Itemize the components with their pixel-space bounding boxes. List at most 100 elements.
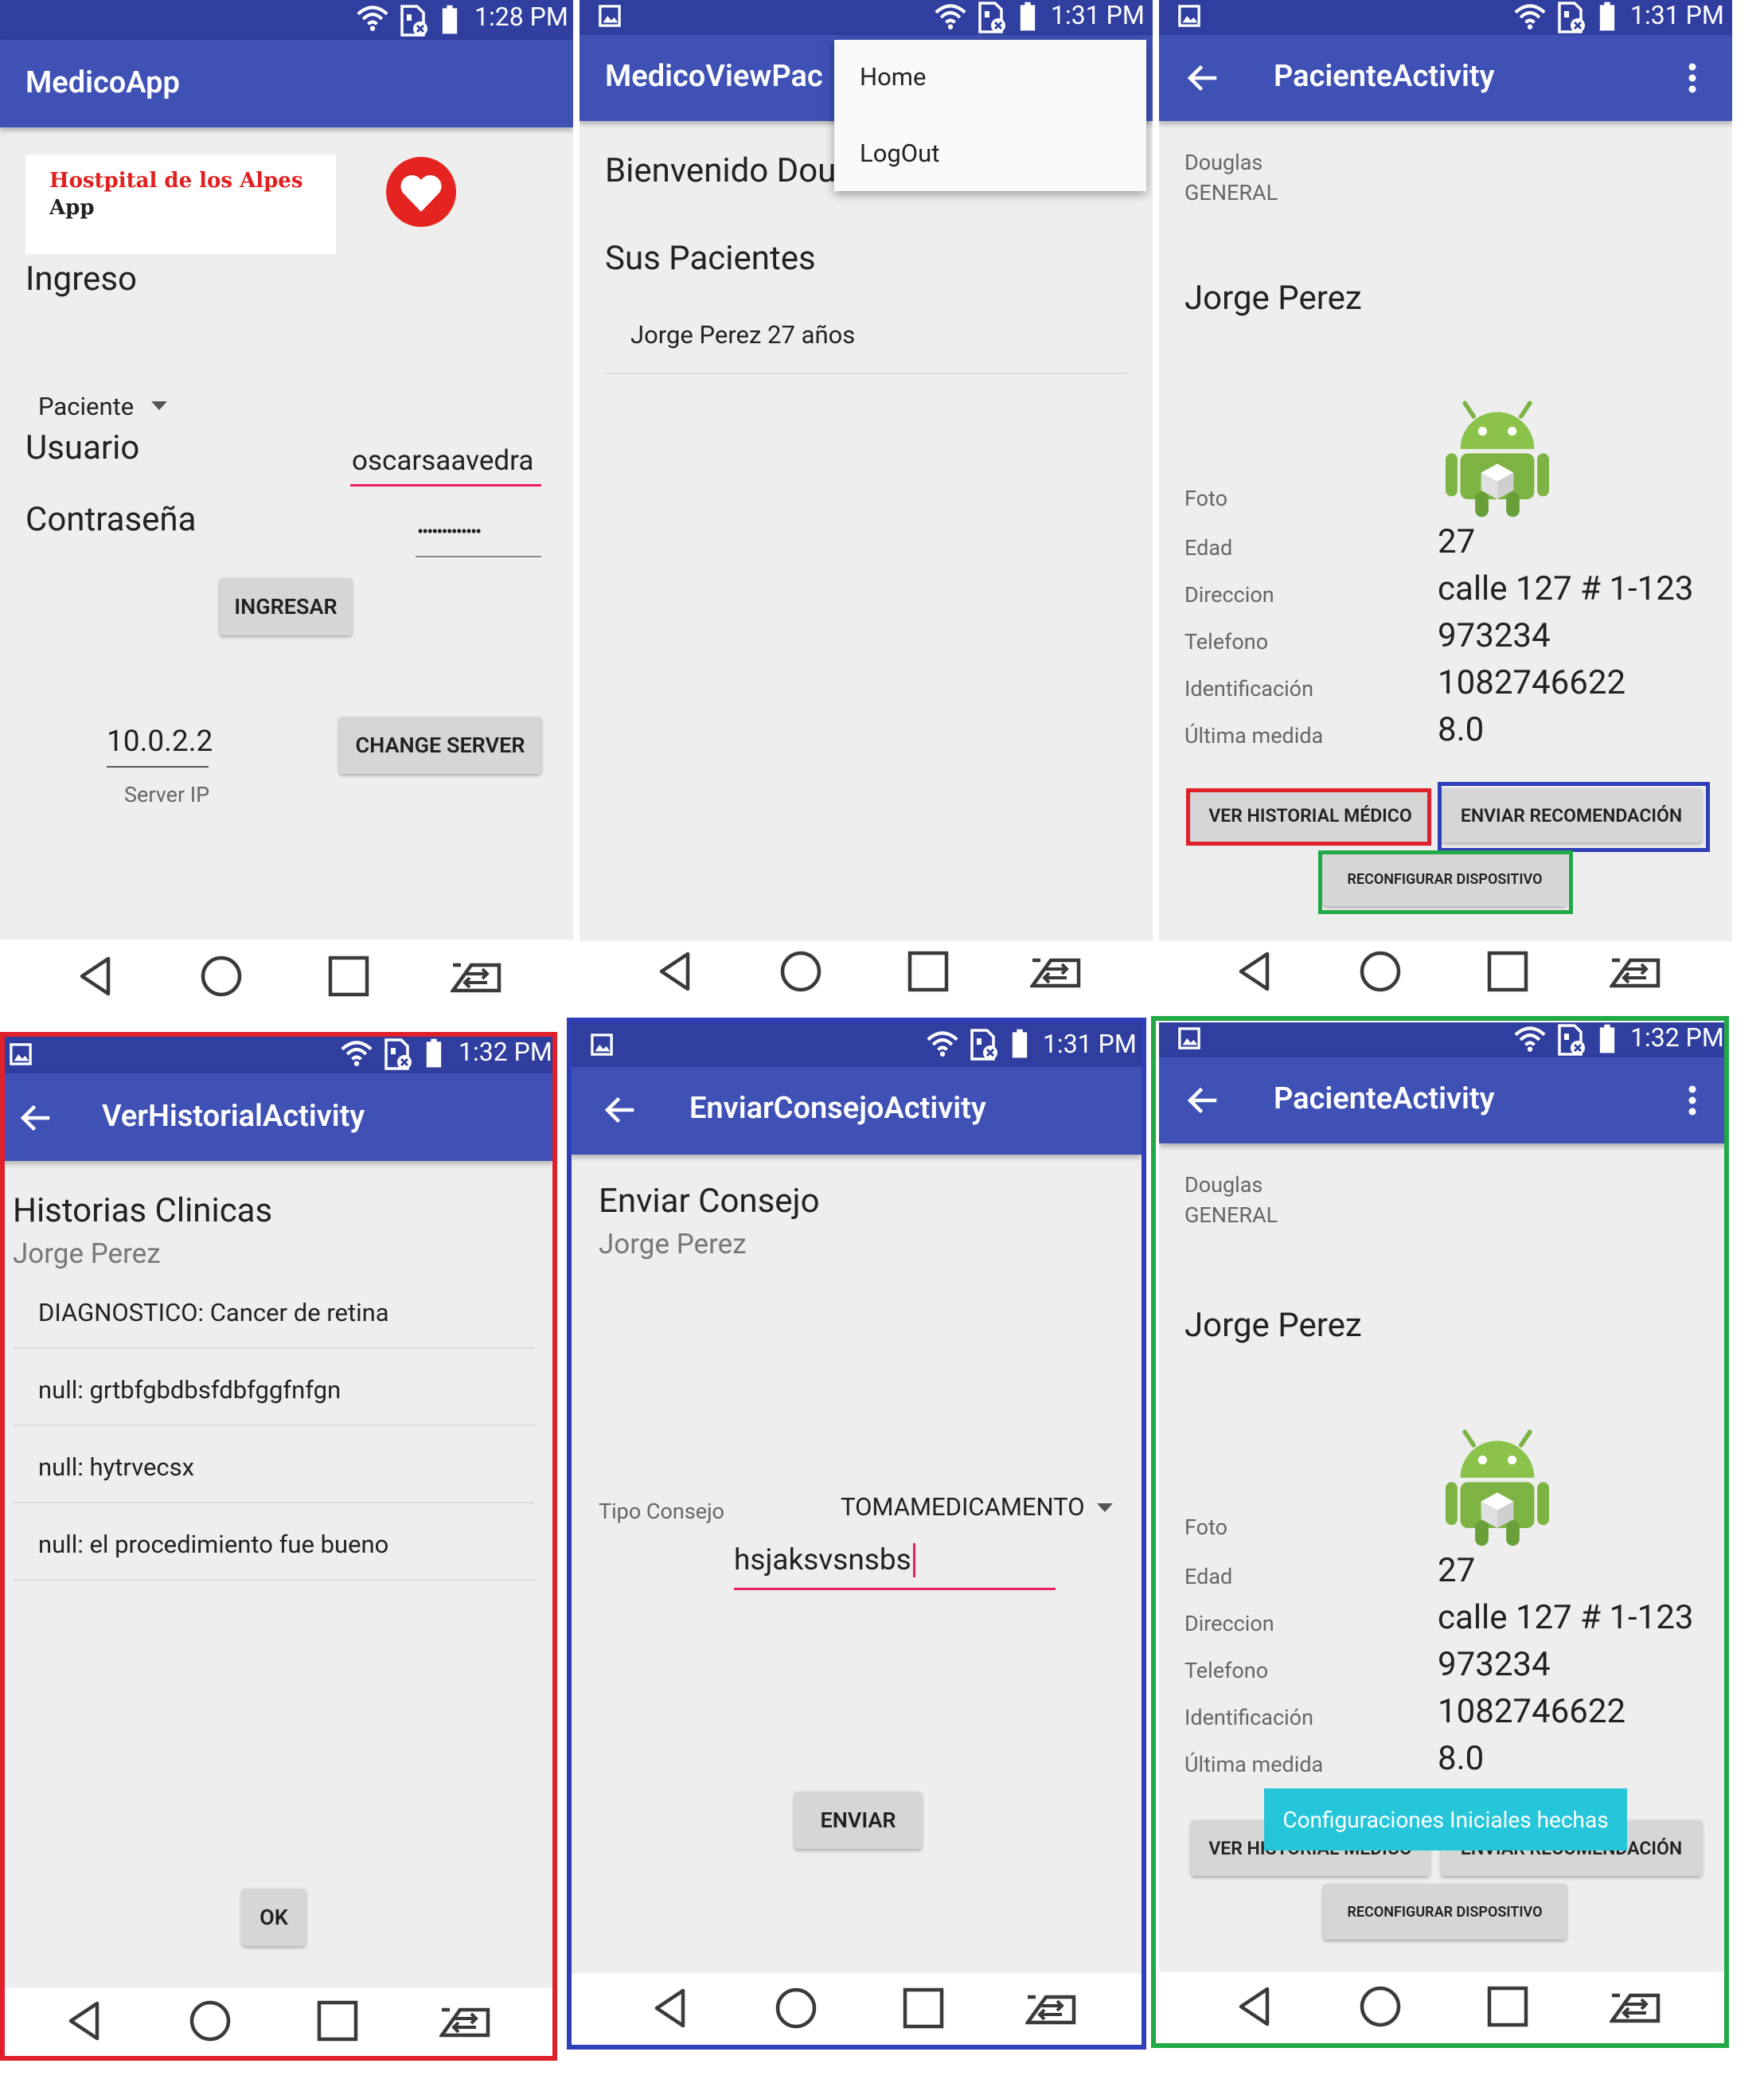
nav-recents-icon[interactable]	[315, 1999, 360, 2043]
nav-back-icon[interactable]	[67, 1999, 102, 2043]
sim-icon	[978, 2, 1006, 33]
tipo-consejo-spinner[interactable]: TOMAMEDICAMENTO	[841, 1492, 1127, 1527]
dropdown-arrow-icon	[1097, 1503, 1113, 1513]
ok-button[interactable]: OK	[242, 1889, 306, 1946]
historial-entry[interactable]: null: el procedimiento fue bueno	[38, 1530, 388, 1559]
app-bar: MedicoApp	[0, 40, 573, 127]
back-arrow-icon[interactable]	[1186, 1084, 1218, 1116]
password-label: Contraseña	[25, 500, 197, 539]
nav-back-icon[interactable]	[78, 954, 113, 999]
enviar-button[interactable]: ENVIAR	[794, 1792, 922, 1849]
app-title: PacienteActivity	[1274, 1081, 1495, 1116]
label-ultima-medida: Última medida	[1184, 1752, 1324, 1777]
label-identificacion: Identificación	[1184, 1705, 1313, 1730]
nav-app-switch-icon[interactable]	[1030, 952, 1081, 991]
reconfigurar-button[interactable]: RECONFIGURAR DISPOSITIVO	[1323, 852, 1567, 906]
password-field[interactable]: •••••••••••••	[416, 518, 541, 557]
nav-app-switch-icon[interactable]	[439, 2002, 490, 2040]
nav-back-icon[interactable]	[653, 1986, 688, 2030]
label-ultima-medida: Última medida	[1184, 723, 1324, 748]
label-edad: Edad	[1184, 535, 1233, 561]
app-title: PacienteActivity	[1274, 59, 1495, 94]
gallery-icon	[599, 5, 621, 27]
nav-bar	[1159, 941, 1732, 1005]
hospital-logo: Hostpital de los Alpes App	[25, 154, 336, 254]
battery-icon	[1598, 1024, 1616, 1054]
back-arrow-icon[interactable]	[19, 1102, 51, 1134]
nav-home-icon[interactable]	[199, 954, 244, 999]
android-avatar-icon	[1446, 398, 1549, 518]
status-time: 1:32 PM	[1630, 1022, 1724, 1053]
login-button[interactable]: INGRESAR	[220, 578, 352, 635]
nav-home-icon[interactable]	[774, 1986, 818, 2030]
reconfigurar-button[interactable]: RECONFIGURAR DISPOSITIVO	[1323, 1884, 1567, 1940]
password-field-value: •••••••••••••	[417, 521, 482, 543]
nav-back-icon[interactable]	[1237, 1984, 1272, 2029]
overflow-menu-icon[interactable]	[1688, 1084, 1697, 1116]
app-bar: VerHistorialActivity	[3, 1073, 552, 1161]
label-foto: Foto	[1184, 486, 1228, 511]
login-heading: Ingreso	[25, 260, 137, 299]
battery-icon	[1019, 2, 1036, 32]
nav-app-switch-icon[interactable]	[451, 957, 501, 995]
patient-list-item[interactable]: Jorge Perez 27 años	[630, 320, 855, 350]
battery-icon	[425, 1038, 443, 1069]
nav-home-icon[interactable]	[779, 949, 823, 994]
nav-app-switch-icon[interactable]	[1025, 1989, 1076, 2027]
gallery-icon	[1178, 5, 1200, 27]
nav-home-icon[interactable]	[1358, 1984, 1403, 2029]
consejo-message-value: hsjaksvsnsbs	[734, 1543, 915, 1577]
nav-recents-icon[interactable]	[901, 1986, 946, 2030]
wifi-icon	[1514, 3, 1546, 30]
doctor-specialty: GENERAL	[1184, 1202, 1278, 1228]
doctor-specialty: GENERAL	[1184, 180, 1278, 205]
nav-back-icon[interactable]	[1237, 949, 1272, 994]
nav-bar	[3, 1987, 552, 2056]
nav-recents-icon[interactable]	[906, 949, 950, 994]
battery-icon	[1011, 1029, 1028, 1059]
server-ip-field[interactable]: 10.0.2.2	[107, 721, 213, 768]
nav-home-icon[interactable]	[188, 1999, 232, 2043]
overflow-menu: Home LogOut	[834, 40, 1146, 191]
overflow-menu-icon[interactable]	[1688, 62, 1697, 94]
back-arrow-icon[interactable]	[603, 1094, 635, 1126]
enviar-recomendacion-button[interactable]: ENVIAR RECOMENDACIÓN	[1441, 788, 1702, 842]
historial-heading: Historias Clinicas	[13, 1191, 273, 1230]
value-identificacion: 1082746622	[1438, 663, 1626, 702]
patient-name: Jorge Perez	[1184, 279, 1362, 318]
status-bar: 1:32 PM	[1159, 1022, 1729, 1057]
wifi-icon	[927, 1030, 958, 1057]
screen-medico-view: 1:31 PM MedicoViewPac Bienvenido Dou Sus…	[580, 0, 1153, 1005]
nav-recents-icon[interactable]	[326, 954, 371, 999]
usuario-label: Usuario	[25, 428, 140, 467]
change-server-button[interactable]: CHANGE SERVER	[339, 717, 541, 774]
role-spinner[interactable]: Paciente	[38, 392, 181, 424]
dropdown-arrow-icon	[151, 401, 167, 411]
nav-home-icon[interactable]	[1358, 949, 1403, 994]
wifi-icon	[341, 1040, 373, 1067]
app-bar: PacienteActivity	[1159, 1057, 1729, 1143]
sim-icon	[970, 1029, 998, 1061]
ver-historial-button[interactable]: VER HISTORIAL MÉDICO	[1191, 788, 1430, 842]
doctor-name: Douglas	[1184, 1172, 1263, 1198]
value-ultima-medida: 8.0	[1438, 710, 1485, 749]
nav-app-switch-icon[interactable]	[1610, 952, 1661, 991]
nav-back-icon[interactable]	[658, 949, 693, 994]
consejo-message-field[interactable]: hsjaksvsnsbs	[734, 1538, 1056, 1590]
sim-icon	[384, 1038, 412, 1070]
value-identificacion: 1082746622	[1438, 1692, 1626, 1731]
usuario-field[interactable]: oscarsaavedra	[350, 440, 541, 487]
back-arrow-icon[interactable]	[1186, 62, 1218, 94]
historial-entry[interactable]: DIAGNOSTICO: Cancer de retina	[38, 1298, 389, 1327]
list-divider	[13, 1347, 535, 1349]
nav-recents-icon[interactable]	[1485, 949, 1530, 994]
nav-app-switch-icon[interactable]	[1610, 1987, 1661, 2026]
historial-entry[interactable]: null: grtbfgbdbsfdbfggfnfgn	[38, 1375, 341, 1405]
menu-item-logout[interactable]: LogOut	[860, 139, 939, 168]
doctor-name: Douglas	[1184, 150, 1263, 175]
menu-item-home[interactable]: Home	[860, 62, 926, 92]
sim-icon	[1557, 2, 1586, 33]
status-time: 1:32 PM	[459, 1037, 552, 1067]
nav-recents-icon[interactable]	[1485, 1984, 1530, 2029]
historial-entry[interactable]: null: hytrvecsx	[38, 1452, 194, 1482]
